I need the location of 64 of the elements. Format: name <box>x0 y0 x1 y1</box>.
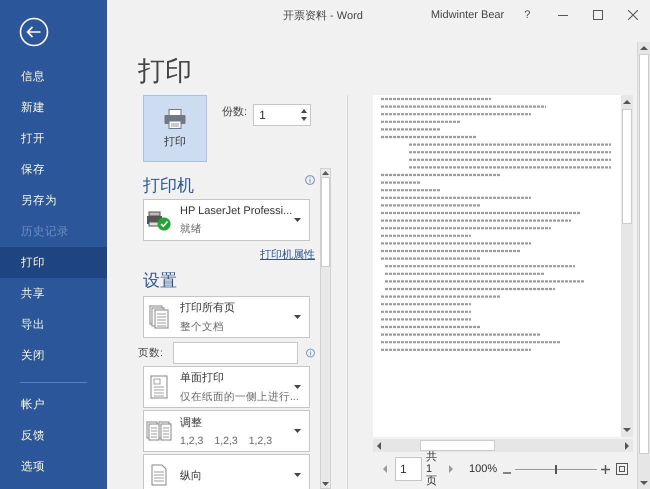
minimize-icon <box>558 14 568 16</box>
settings-scrollbar[interactable] <box>320 168 331 489</box>
window-title: 开票资料 - Word <box>283 8 363 22</box>
sidebar-item[interactable]: 共享 <box>0 278 107 309</box>
printer-heading: 打印机 <box>143 175 194 197</box>
sidebar-item[interactable]: 打印 <box>0 247 107 278</box>
spinner-arrows-icon[interactable] <box>301 108 308 122</box>
scrollbar-thumb[interactable] <box>420 440 495 451</box>
zoom-percentage[interactable]: 100% <box>469 463 498 475</box>
caret-icon <box>294 218 301 222</box>
copies-label: 份数: <box>222 105 248 119</box>
fit-page-icon[interactable] <box>616 463 628 475</box>
sidebar-item[interactable]: 保存 <box>0 154 107 185</box>
page-icon <box>150 375 168 399</box>
printer-dropdown[interactable]: HP LaserJet Professi... 就绪 <box>143 199 310 241</box>
page-number-field[interactable]: 1 <box>395 457 422 481</box>
scrollbar-thumb[interactable] <box>321 177 330 267</box>
zoom-in-button[interactable] <box>600 462 610 476</box>
sidebar-item[interactable]: 选项 <box>0 451 107 482</box>
setting-dropdown[interactable]: 打印所有页 整个文档 <box>143 296 310 338</box>
scroll-up-icon[interactable] <box>322 169 329 177</box>
sidebar-item[interactable]: 新建 <box>0 92 107 123</box>
scrollbar-thumb[interactable] <box>622 109 632 224</box>
preview-scrollbar[interactable] <box>621 95 633 437</box>
user-name[interactable]: Midwinter Bear <box>430 9 504 21</box>
help-button[interactable]: ? <box>524 0 530 30</box>
sidebar-item[interactable]: 帐户 <box>0 389 107 420</box>
stacked-pages-icon <box>149 305 169 329</box>
caret-icon <box>294 429 301 433</box>
pages-label: 页数: <box>138 346 164 360</box>
horizontal-scrollbar[interactable] <box>373 439 633 452</box>
info-icon[interactable] <box>305 175 315 185</box>
sidebar-item[interactable]: 反馈 <box>0 420 107 451</box>
maximize-icon <box>592 10 602 20</box>
setting-dropdown[interactable]: 单面打印 仅在纸面的一侧上进行... <box>143 366 310 408</box>
printer-icon <box>164 108 186 128</box>
info-icon[interactable] <box>306 348 315 358</box>
setting-dropdown[interactable]: 纵向 <box>143 454 310 489</box>
collated-pages-icon <box>146 421 172 441</box>
sidebar-item[interactable]: 打开 <box>0 123 107 154</box>
page-heading: 打印 <box>138 55 193 88</box>
caret-icon <box>294 315 301 319</box>
caret-icon <box>294 473 301 477</box>
pages-input-field[interactable] <box>173 342 298 364</box>
printer-properties-link[interactable]: 打印机属性 <box>260 247 315 262</box>
sidebar-item[interactable]: 另存为 <box>0 185 107 216</box>
zoom-slider[interactable] <box>515 464 598 474</box>
window-scrollbar[interactable] <box>637 42 650 489</box>
zoom-slider-thumb[interactable] <box>555 464 558 474</box>
scrollbar-thumb[interactable] <box>639 54 649 454</box>
sidebar-item[interactable]: 信息 <box>0 61 107 92</box>
close-icon <box>628 10 638 20</box>
minus-icon <box>503 472 512 474</box>
settings-heading: 设置 <box>143 270 177 292</box>
copies-spinner-field[interactable]: 1 <box>253 104 312 126</box>
sidebar-item[interactable]: 关闭 <box>0 340 107 371</box>
page-count: 共1页 <box>426 450 437 488</box>
scroll-down-icon[interactable] <box>322 480 329 488</box>
caret-icon <box>294 385 301 389</box>
plus-icon <box>600 465 610 474</box>
sidebar-item[interactable]: 导出 <box>0 309 107 340</box>
portrait-page-icon <box>151 464 167 486</box>
print-button[interactable]: 打印 <box>143 95 207 162</box>
setting-dropdown[interactable]: 调整 1,2,3 1,2,3 1,2,3 <box>143 410 310 452</box>
